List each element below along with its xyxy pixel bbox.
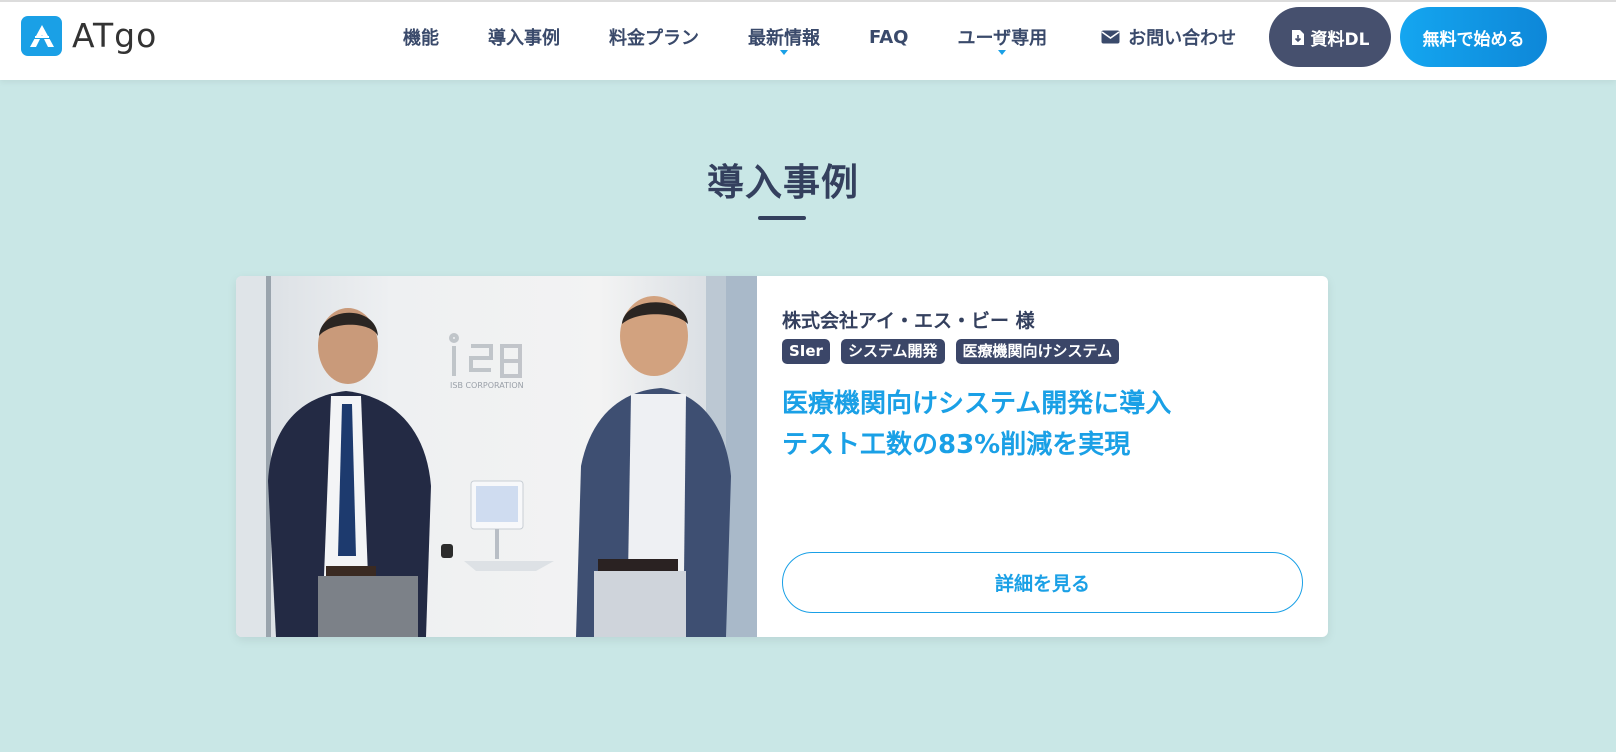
start-free-button[interactable]: 無料で始める — [1400, 7, 1547, 67]
site-header: ATgo 機能 導入事例 料金プラン 最新情報 FAQ ユーザ専用 お問い合わせ — [0, 0, 1616, 80]
logo[interactable]: ATgo — [21, 16, 157, 56]
page-title: 導入事例 — [707, 161, 859, 204]
headline-line: テスト工数の83%削減を実現 — [782, 430, 1131, 460]
tag-badge: 医療機関向けシステム — [955, 339, 1120, 364]
nav-item-label: 料金プラン — [609, 28, 699, 49]
download-materials-button[interactable]: 資料DL — [1269, 7, 1391, 67]
mail-icon — [1101, 30, 1120, 44]
start-label: 無料で始める — [1422, 29, 1525, 50]
company-name: 株式会社アイ・エス・ビー 様 — [782, 310, 1035, 332]
logo-mark-icon — [21, 16, 62, 56]
nav-item-label: ユーザ専用 — [957, 28, 1048, 49]
case-content: 株式会社アイ・エス・ビー 様 SIer システム開発 医療機関向けシステム 医療… — [782, 276, 1304, 637]
nav-item-label: 機能 — [403, 28, 439, 49]
case-study-card: ISB CORPORATION 株式会社アイ・エス・ビー 様 SIer システム… — [236, 276, 1328, 637]
contact-label: お問い合わせ — [1128, 28, 1237, 49]
nav-item-contact[interactable]: お問い合わせ — [1101, 24, 1236, 50]
main-nav: 機能 導入事例 料金プラン 最新情報 FAQ ユーザ専用 お問い合わせ — [400, 2, 1236, 72]
tag-list: SIer システム開発 医療機関向けシステム — [782, 339, 1120, 364]
view-details-button[interactable]: 詳細を見る — [782, 552, 1303, 613]
case-photo: ISB CORPORATION — [236, 276, 757, 637]
nav-item-faq[interactable]: FAQ — [869, 27, 908, 48]
nav-item-pricing[interactable]: 料金プラン — [609, 24, 699, 50]
nav-item-user-only[interactable]: ユーザ専用 — [957, 24, 1048, 55]
file-download-icon — [1291, 29, 1304, 45]
tag-badge: SIer — [782, 339, 830, 364]
nav-item-news[interactable]: 最新情報 — [748, 24, 820, 55]
case-headline: 医療機関向けシステム開発に導入 テスト工数の83%削減を実現 — [782, 384, 1171, 466]
chevron-down-icon — [998, 50, 1007, 55]
nav-item-label: 導入事例 — [488, 28, 560, 49]
headline-line: 医療機関向けシステム開発に導入 — [782, 389, 1172, 419]
title-underline — [758, 216, 806, 220]
tag-badge: システム開発 — [840, 339, 945, 364]
nav-item-label: FAQ — [869, 26, 909, 48]
nav-item-case-studies[interactable]: 導入事例 — [488, 24, 560, 50]
logo-wordmark: ATgo — [72, 16, 158, 55]
nav-item-label: 最新情報 — [748, 28, 820, 49]
download-label: 資料DL — [1310, 29, 1370, 50]
chevron-down-icon — [780, 50, 788, 55]
view-details-label: 詳細を見る — [994, 573, 1090, 595]
sign-text: ISB CORPORATION — [450, 381, 524, 390]
nav-item-features[interactable]: 機能 — [403, 24, 439, 50]
